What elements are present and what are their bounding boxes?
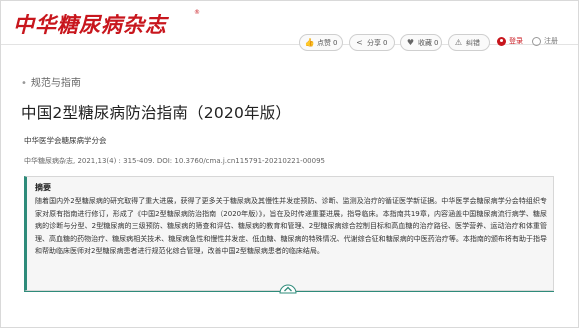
chevron-up-icon (279, 284, 297, 294)
favorite-label: 收藏 (418, 38, 432, 47)
abstract-heading: 摘要 (35, 183, 51, 192)
site-header: 中华糖尿病杂志 ® (1, 1, 578, 45)
report-error-label: 纠错 (466, 38, 480, 47)
report-error-button[interactable]: ⚠ 纠错 (448, 34, 490, 51)
registered-mark: ® (194, 9, 200, 16)
login-label: 登录 (509, 37, 523, 45)
register-icon (532, 36, 541, 46)
register-link[interactable]: 注册 (532, 36, 558, 46)
favorite-count: 0 (434, 38, 439, 47)
breadcrumb[interactable]: • 规范与指南 (21, 74, 81, 89)
warning-icon: ⚠ (454, 38, 463, 47)
thumbs-up-icon: 👍 (304, 38, 315, 47)
share-icon: < (356, 38, 363, 47)
abstract-panel: 摘要 随着国内外2型糖尿病的研究取得了重大进展，获得了更多关于糖尿病及其慢性并发… (24, 176, 554, 291)
bullet-icon: • (21, 78, 27, 89)
breadcrumb-label: 规范与指南 (30, 78, 81, 89)
article-title: 中国2型糖尿病防治指南（2020年版） (21, 104, 292, 122)
article-citation: 中华糖尿病杂志, 2021,13(4) : 315-409. DOI: 10.3… (24, 157, 325, 165)
like-label: 点赞 (317, 38, 331, 47)
share-label: 分享 (367, 38, 381, 47)
favorite-button[interactable]: ♥ 收藏 0 (400, 34, 442, 51)
like-button[interactable]: 👍 点赞 0 (299, 34, 343, 51)
article-author[interactable]: 中华医学会糖尿病学分会 (24, 135, 107, 146)
share-button[interactable]: < 分享 0 (349, 34, 395, 51)
like-count: 0 (333, 38, 338, 47)
journal-logo[interactable]: 中华糖尿病杂志 (13, 9, 167, 39)
share-count: 0 (383, 38, 388, 47)
heart-icon: ♥ (406, 38, 415, 47)
register-label: 注册 (544, 37, 558, 45)
user-icon (497, 36, 506, 46)
collapse-toggle-button[interactable] (278, 283, 298, 294)
login-link[interactable]: 登录 (497, 36, 523, 46)
abstract-text: 随着国内外2型糖尿病的研究取得了重大进展，获得了更多关于糖尿病及其慢性并发症预防… (35, 197, 547, 255)
